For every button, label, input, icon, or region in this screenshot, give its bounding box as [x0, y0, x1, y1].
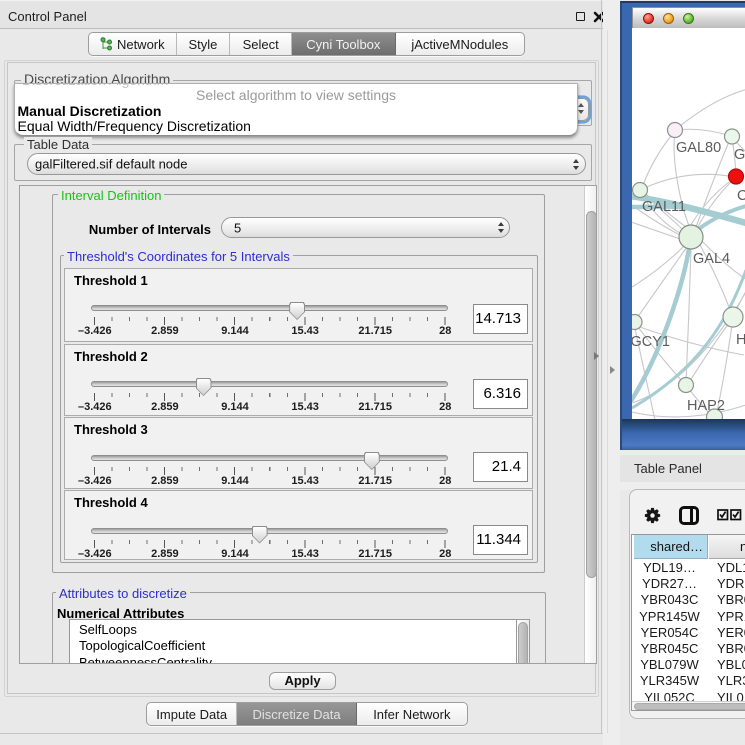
svg-text:GA: GA	[734, 147, 745, 163]
svg-text:CD: CD	[737, 188, 745, 204]
svg-text:GCY1: GCY1	[632, 334, 670, 350]
svg-text:GAL11: GAL11	[642, 199, 686, 215]
svg-text:GAL80: GAL80	[676, 140, 721, 156]
svg-text:H: H	[736, 332, 745, 348]
svg-text:HAP2: HAP2	[687, 398, 725, 414]
svg-text:GAL4: GAL4	[693, 251, 730, 267]
